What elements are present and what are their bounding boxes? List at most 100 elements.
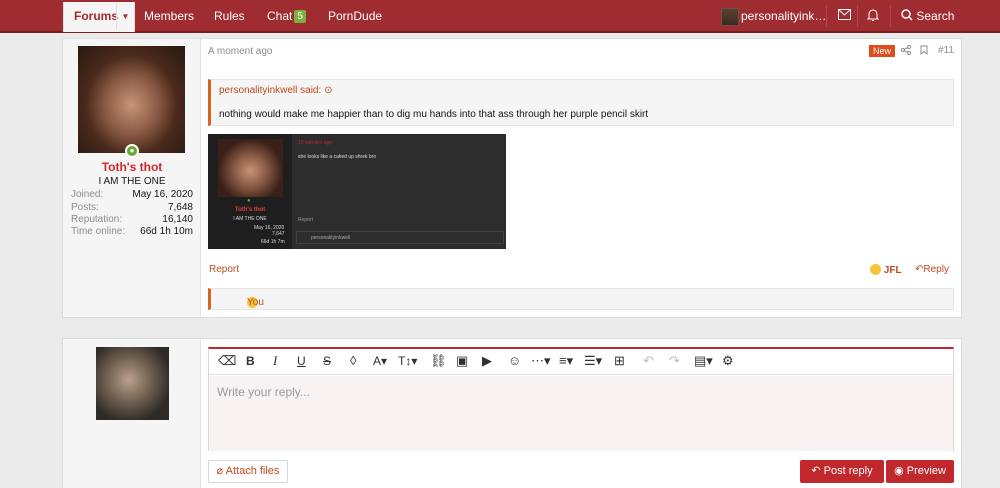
stat-label: Reputation:	[71, 214, 123, 225]
avatar[interactable]	[78, 46, 185, 153]
image-icon[interactable]: ▣	[456, 354, 468, 368]
embed-text: she looks like a caked up shrek bro	[298, 154, 377, 160]
author-name[interactable]: Toth's thot	[63, 160, 201, 174]
username: personalityink…	[741, 9, 827, 23]
preview-button[interactable]: ◉ Preview	[886, 460, 954, 483]
user-title: I AM THE ONE	[98, 176, 166, 187]
embed-online-icon: ●	[247, 198, 251, 204]
tab-forums-label: Forums	[74, 9, 119, 23]
embed-reaction-bar: personalityinkwell	[296, 231, 504, 244]
list-icon[interactable]: ☰▾	[584, 354, 602, 368]
quote-author[interactable]: personalityinkwell said: ⊙	[219, 85, 332, 96]
divider	[826, 5, 827, 27]
reactions-bar[interactable]: You	[208, 288, 954, 310]
reply-user-sidebar	[63, 339, 201, 488]
redo-icon[interactable]: ↷	[669, 354, 680, 368]
tab-chat[interactable]: Chat 5	[267, 0, 306, 31]
more-options-icon[interactable]: ⋯▾	[531, 354, 551, 368]
embed-time: 10 minutes ago	[298, 140, 333, 146]
embed-online: 66d 1h 7m	[261, 239, 285, 245]
reply-label: Reply	[923, 264, 949, 275]
post-reply-label: Post reply	[823, 465, 873, 477]
new-badge: New	[869, 45, 896, 57]
underline-icon[interactable]: U	[297, 354, 306, 368]
reactions-text: You	[247, 297, 264, 308]
avatar[interactable]	[96, 347, 169, 420]
stat-value: 16,140	[162, 214, 193, 225]
tab-members[interactable]: Members	[144, 0, 194, 31]
editor-toolbar: ⌫ B I U S ◊ A▾ T↕▾ ⛓ ▣ ▶ ☺ ⋯▾ ≡▾ ☰▾ ⊞ ↶ …	[209, 349, 953, 375]
embed-posts: 7,647	[272, 231, 285, 237]
attach-label: Attach files	[225, 465, 280, 477]
reaction-button[interactable]: JFL	[870, 264, 902, 276]
post-user-sidebar: ● Toth's thot I AM THE ONE Joined: May 16…	[63, 39, 201, 317]
tab-rules[interactable]: Rules	[214, 0, 245, 31]
share-icon[interactable]	[901, 45, 911, 58]
reply-arrow-icon: ↶	[811, 465, 821, 477]
undo-icon[interactable]: ↶	[643, 354, 654, 368]
chevron-down-icon[interactable]: ▼	[116, 4, 134, 29]
bold-icon[interactable]: B	[246, 354, 255, 368]
align-icon[interactable]: ≡▾	[559, 354, 573, 368]
search-label: Search	[916, 9, 955, 23]
search-button[interactable]: Search	[901, 0, 954, 33]
quick-reply: ⌫ B I U S ◊ A▾ T↕▾ ⛓ ▣ ▶ ☺ ⋯▾ ≡▾ ☰▾ ⊞ ↶ …	[62, 338, 962, 488]
gear-icon[interactable]: ⚙	[722, 354, 734, 368]
embedded-screenshot-image[interactable]: ● Toth's thot I AM THE ONE May 16, 2020 …	[208, 134, 506, 249]
chat-count-badge: 5	[294, 10, 306, 23]
table-icon[interactable]: ⊞	[614, 354, 625, 368]
search-icon	[901, 9, 913, 21]
tab-chat-label: Chat	[267, 9, 293, 23]
italic-icon[interactable]: I	[273, 354, 277, 368]
paperclip-icon: ⌀	[216, 465, 224, 477]
arrow-up-circle-icon[interactable]: ⊙	[324, 85, 332, 96]
stat-label: Time online:	[71, 226, 126, 237]
stat-label: Posts:	[71, 202, 99, 213]
stat-label: Joined:	[71, 189, 104, 200]
report-link[interactable]: Report	[209, 264, 239, 275]
stat-joined: Joined: May 16, 2020	[71, 189, 193, 200]
attach-files-button[interactable]: ⌀ Attach files	[208, 460, 288, 483]
placeholder-text: Write your reply...	[217, 385, 310, 399]
post-reply-button[interactable]: ↶ Post reply	[800, 460, 884, 483]
smilie-icon[interactable]: ☺	[508, 354, 521, 368]
link-icon[interactable]: ⛓	[430, 354, 447, 368]
avatar	[721, 7, 739, 26]
preview-label: Preview	[906, 465, 946, 477]
tab-porndude[interactable]: PornDude	[328, 0, 382, 31]
rich-text-editor: ⌫ B I U S ◊ A▾ T↕▾ ⛓ ▣ ▶ ☺ ⋯▾ ≡▾ ☰▾ ⊞ ↶ …	[208, 347, 954, 451]
envelope-icon[interactable]	[838, 9, 851, 23]
stat-posts: Posts: 7,648	[71, 202, 193, 213]
post-timestamp[interactable]: A moment ago	[208, 46, 272, 57]
eye-icon: ◉	[894, 465, 904, 477]
reply-button[interactable]: ↶Reply	[915, 264, 949, 275]
reply-textarea[interactable]: Write your reply...	[209, 376, 953, 451]
eraser-icon[interactable]: ⌫	[218, 354, 236, 368]
bell-icon[interactable]	[866, 9, 880, 25]
blockquote: personalityinkwell said: ⊙ nothing would…	[208, 79, 954, 126]
stat-value: 7,648	[167, 202, 193, 213]
font-family-icon[interactable]: A▾	[373, 354, 387, 368]
stat-time-online: Time online: 66d 1h 10m	[71, 226, 193, 237]
strikethrough-icon[interactable]: S	[323, 354, 331, 368]
font-size-icon[interactable]: T↕▾	[398, 354, 417, 368]
stat-reputation: Reputation: 16,140	[71, 214, 193, 225]
drafts-icon[interactable]: ▤▾	[694, 354, 713, 368]
stat-value: May 16, 2020	[132, 189, 193, 200]
media-icon[interactable]: ▶	[482, 354, 492, 368]
embed-title: I AM THE ONE	[233, 216, 267, 222]
laughing-emoji-icon	[870, 264, 881, 275]
divider	[890, 5, 891, 27]
top-navigation: Forums ▼ Members Rules Chat 5 PornDude pe…	[0, 0, 1000, 33]
color-drop-icon[interactable]: ◊	[350, 354, 356, 368]
post-number[interactable]: #11	[938, 45, 954, 56]
divider	[857, 5, 858, 27]
stat-value: 66d 1h 10m	[140, 226, 193, 237]
online-status-icon: ●	[125, 144, 139, 158]
bookmark-icon[interactable]	[920, 45, 928, 58]
quote-author-label: personalityinkwell said:	[219, 85, 322, 96]
embed-report: Report	[298, 217, 314, 223]
quote-text: nothing would make me happier than to di…	[219, 109, 649, 120]
user-menu[interactable]: personalityink…	[721, 6, 826, 26]
embed-author: Toth's thot	[234, 207, 266, 213]
